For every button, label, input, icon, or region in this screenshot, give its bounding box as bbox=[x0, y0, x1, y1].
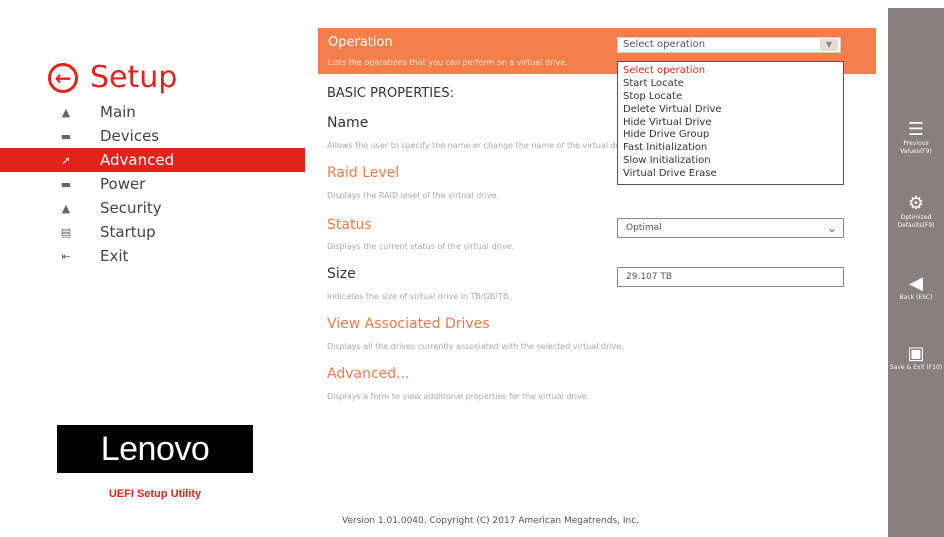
sidebar-item-devices[interactable]: ▬ Devices bbox=[0, 124, 305, 148]
status-value: Optimal bbox=[626, 223, 662, 233]
sidebar-item-advanced[interactable]: ➚ Advanced bbox=[0, 148, 305, 172]
dropdown-option[interactable]: Hide Virtual Drive bbox=[618, 117, 843, 130]
sidebar-item-label: Exit bbox=[100, 247, 129, 265]
save-exit-label: Save & Exit (F10) bbox=[889, 364, 943, 371]
advanced-link[interactable]: Advanced... bbox=[327, 366, 410, 382]
operation-label: Operation bbox=[328, 35, 393, 50]
raid-level-label: Raid Level bbox=[327, 165, 400, 181]
advanced-description: Displays a form to view additional prope… bbox=[327, 392, 590, 401]
back-arrow-icon[interactable]: ← bbox=[48, 62, 78, 93]
version-text: Version 1.01.0040. Copyright (C) 2017 Am… bbox=[342, 516, 640, 526]
back-label: Back (ESC) bbox=[899, 294, 933, 301]
name-label[interactable]: Name bbox=[327, 115, 368, 131]
startup-icon: ▤ bbox=[60, 225, 72, 239]
page-title: Setup bbox=[90, 60, 178, 95]
optimized-defaults-button[interactable]: ⚙ Optimized Defaults(F9) bbox=[888, 194, 944, 230]
sidebar-item-exit[interactable]: ⇤ Exit bbox=[0, 244, 305, 268]
lenovo-logo: Lenovo bbox=[57, 425, 253, 473]
dropdown-option[interactable]: Select operation bbox=[618, 65, 843, 78]
sidebar-item-startup[interactable]: ▤ Startup bbox=[0, 220, 305, 244]
view-drives-description: Displays all the drives currently associ… bbox=[327, 342, 624, 351]
back-button[interactable]: ◀ Back (ESC) bbox=[888, 274, 944, 302]
dropdown-option[interactable]: Virtual Drive Erase bbox=[618, 168, 843, 181]
sidebar-item-power[interactable]: ▬ Power bbox=[0, 172, 305, 196]
sidebar-item-main[interactable]: ▲ Main bbox=[0, 100, 305, 124]
sidebar-item-label: Security bbox=[100, 199, 162, 217]
sidebar-item-label: Power bbox=[100, 175, 146, 193]
size-value: 29.107 TB bbox=[626, 272, 673, 282]
dropdown-option[interactable]: Start Locate bbox=[618, 78, 843, 91]
chevron-down-icon[interactable]: ▼ bbox=[820, 39, 838, 51]
dropdown-option[interactable]: Delete Virtual Drive bbox=[618, 104, 843, 117]
right-toolbar: ☰ Previous Values(F9) ⚙ Optimized Defaul… bbox=[888, 8, 944, 537]
sidebar-item-label: Main bbox=[100, 103, 136, 121]
operation-select[interactable]: Select operation ▼ bbox=[617, 37, 841, 53]
dropdown-option[interactable]: Slow Initialization bbox=[618, 155, 843, 168]
sidebar-item-label: Advanced bbox=[100, 151, 175, 169]
size-value-field: 29.107 TB bbox=[617, 267, 844, 287]
save-icon: ▣ bbox=[907, 343, 925, 364]
sidebar-item-label: Devices bbox=[100, 127, 160, 145]
status-label: Status bbox=[327, 217, 372, 233]
name-description: Allows the user to specify the name or c… bbox=[327, 141, 634, 150]
home-icon: ▲ bbox=[61, 105, 71, 119]
dropdown-option[interactable]: Fast Initialization bbox=[618, 142, 843, 155]
power-icon: ▬ bbox=[60, 177, 72, 191]
sidebar-nav: ▲ Main ▬ Devices ➚ Advanced ▬ Power ▲ Se… bbox=[0, 100, 305, 268]
sidebar-item-label: Startup bbox=[100, 223, 156, 241]
raid-level-description: Displays the RAID level of the virtual d… bbox=[327, 191, 500, 200]
previous-values-button[interactable]: ☰ Previous Values(F9) bbox=[888, 120, 944, 156]
exit-icon: ⇤ bbox=[61, 249, 71, 263]
sidebar-item-security[interactable]: ▲ Security bbox=[0, 196, 305, 220]
gear-icon: ⚙ bbox=[907, 193, 925, 214]
operation-selected-value: Select operation bbox=[623, 39, 706, 50]
size-label: Size bbox=[327, 266, 356, 282]
section-heading: BASIC PROPERTIES: bbox=[327, 86, 454, 101]
dropdown-option[interactable]: Stop Locate bbox=[618, 91, 843, 104]
advanced-icon: ➚ bbox=[61, 153, 71, 167]
sliders-icon: ☰ bbox=[907, 119, 925, 140]
save-exit-button[interactable]: ▣ Save & Exit (F10) bbox=[888, 344, 944, 372]
setup-title: ← Setup bbox=[48, 60, 177, 95]
previous-values-label: Previous Values(F9) bbox=[900, 140, 932, 155]
back-triangle-icon: ◀ bbox=[909, 273, 923, 294]
operation-description: Lists the operations that you can perfor… bbox=[328, 58, 568, 67]
optimized-defaults-label: Optimized Defaults(F9) bbox=[897, 214, 935, 229]
lock-icon: ▲ bbox=[61, 201, 71, 215]
size-description: Indicates the size of virtual drive in T… bbox=[327, 292, 511, 301]
dropdown-option[interactable]: Hide Drive Group bbox=[618, 129, 843, 142]
operation-dropdown-list: Select operation Start Locate Stop Locat… bbox=[617, 61, 844, 185]
utility-subtitle: UEFI Setup Utility bbox=[108, 488, 202, 500]
status-select[interactable]: Optimal ⌄ bbox=[617, 218, 844, 238]
view-associated-drives-link[interactable]: View Associated Drives bbox=[327, 316, 490, 332]
status-description: Displays the current status of the virtu… bbox=[327, 242, 515, 251]
chevron-down-icon: ⌄ bbox=[826, 221, 837, 235]
devices-icon: ▬ bbox=[60, 129, 72, 143]
